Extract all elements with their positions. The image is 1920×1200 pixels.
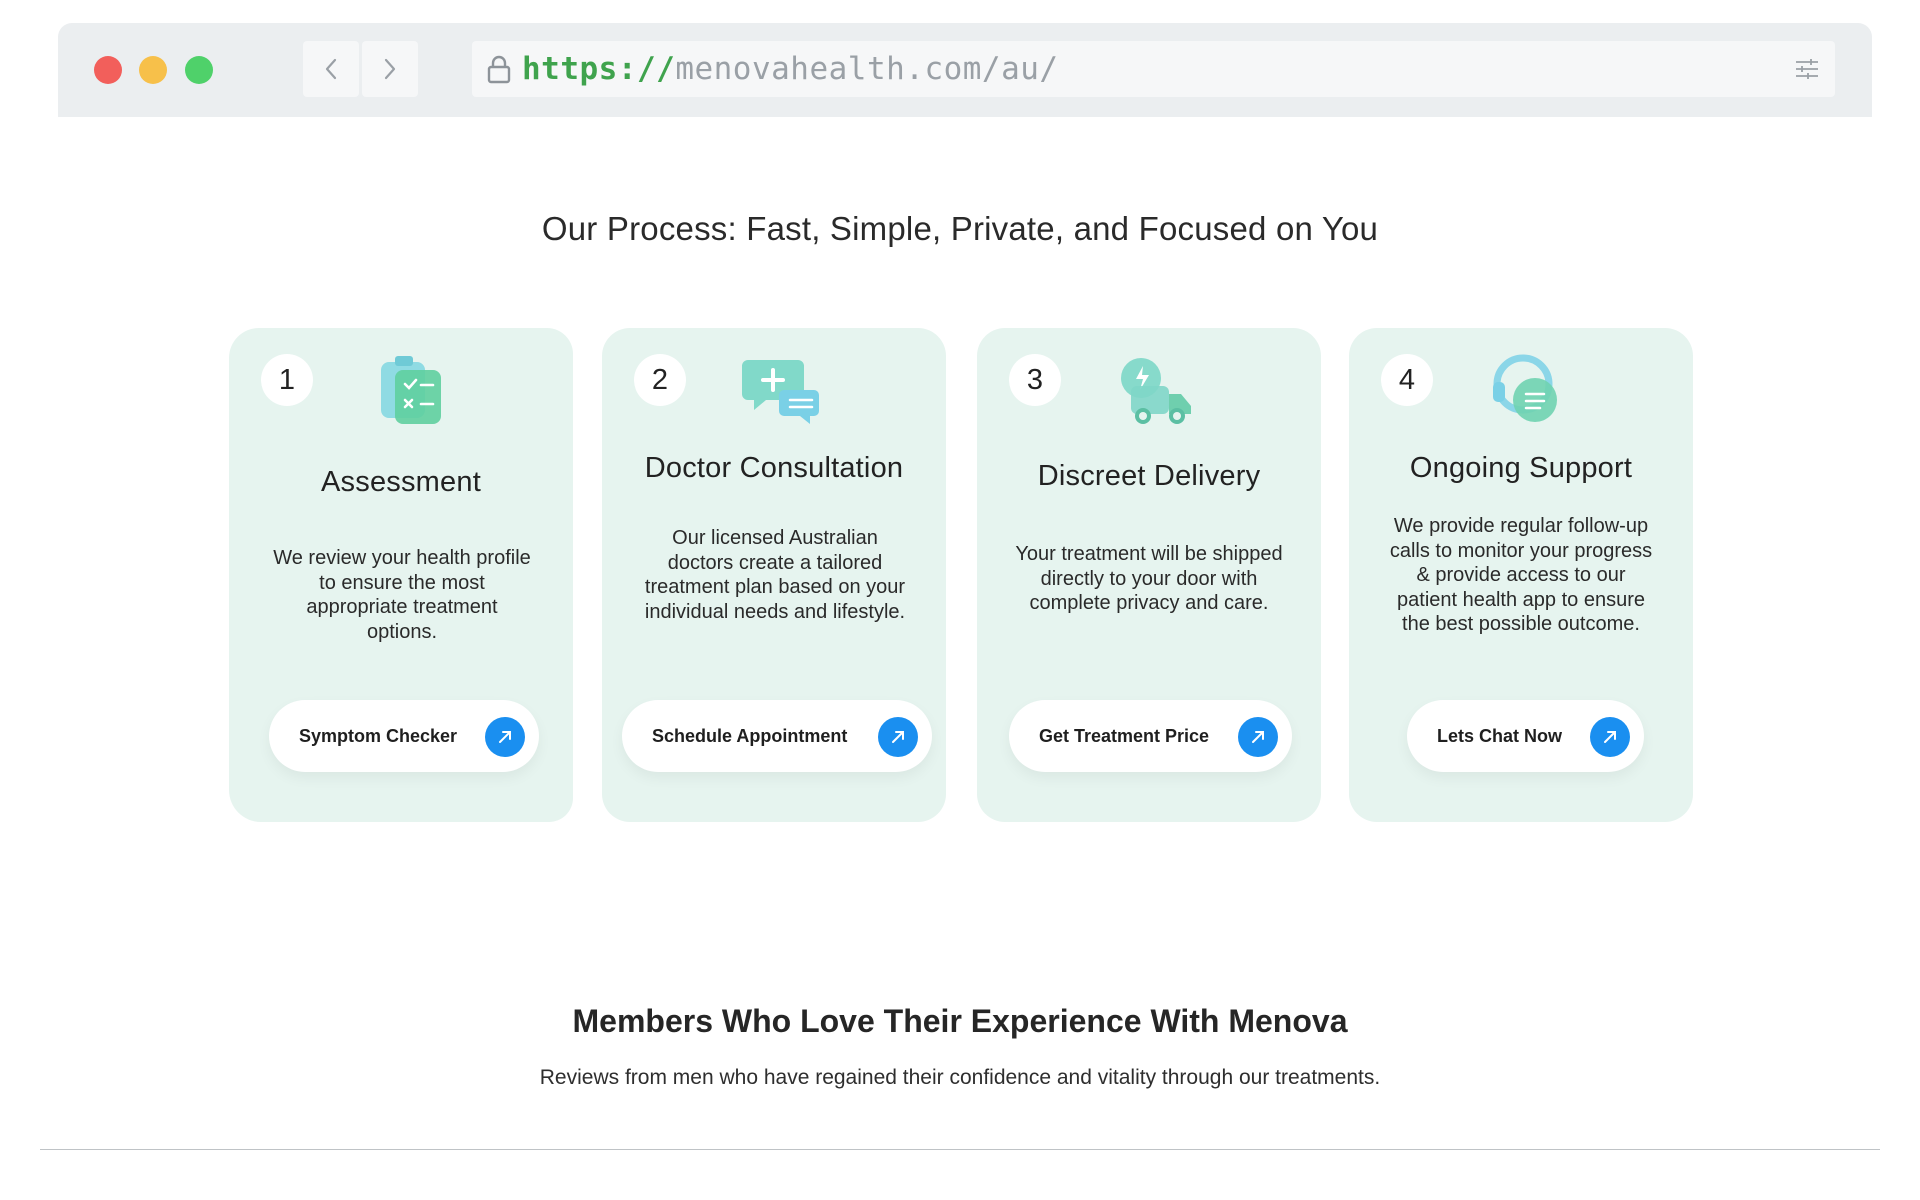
url-text: https://menovahealth.com/au/ [522,51,1059,87]
members-section-title: Members Who Love Their Experience With M… [572,1003,1348,1039]
get-treatment-price-button[interactable]: Get Treatment Price [1009,700,1292,772]
step-number: 4 [1381,354,1433,406]
card-title: Ongoing Support [1409,452,1633,484]
medical-chat-icon [742,360,819,424]
process-card-doctor-consultation: 2 Doctor Consultation Our licensed Austr… [602,328,946,822]
browser-toolbar: https://menovahealth.com/au/ [58,23,1872,117]
card-description: Your treatment will be shipped directly … [1015,543,1283,614]
button-label: Symptom Checker [299,725,458,746]
process-card-assessment: 1 Assessment We review your health profi… [229,328,573,822]
process-card-ongoing-support: 4 Ongoing Support We provide regular fol… [1349,328,1693,822]
settings-button[interactable] [1779,41,1835,97]
divider [40,1149,1880,1150]
arrow-up-right-icon [1238,717,1278,757]
step-number: 3 [1009,354,1061,406]
process-section-title: Our Process: Fast, Simple, Private, and … [541,210,1379,247]
card-description: Our licensed Australian doctors create a… [644,527,906,623]
window-maximize-button[interactable] [185,56,213,84]
chevron-right-icon [384,58,396,80]
card-description: We provide regular follow-up calls to mo… [1389,515,1653,635]
button-label: Schedule Appointment [652,725,848,746]
support-headset-icon [1493,354,1557,422]
window-minimize-button[interactable] [139,56,167,84]
lets-chat-now-button[interactable]: Lets Chat Now [1407,700,1644,772]
back-button[interactable] [303,41,359,97]
button-label: Lets Chat Now [1437,725,1563,746]
sliders-icon [1796,59,1818,79]
forward-button[interactable] [362,41,418,97]
clipboard-checklist-icon [381,356,441,424]
step-number: 1 [261,354,313,406]
address-bar[interactable]: https://menovahealth.com/au/ [472,41,1802,97]
step-number: 2 [634,354,686,406]
window-close-button[interactable] [94,56,122,84]
url-host: menovahealth.com/au/ [675,51,1059,87]
url-scheme: https:// [522,51,676,87]
symptom-checker-button[interactable]: Symptom Checker [269,700,539,772]
arrow-up-right-icon [878,717,918,757]
lock-icon [484,51,514,87]
button-label: Get Treatment Price [1039,725,1210,746]
card-title: Assessment [321,466,481,498]
members-section-subtitle: Reviews from men who have regained their… [539,1066,1381,1089]
arrow-up-right-icon [485,717,525,757]
schedule-appointment-button[interactable]: Schedule Appointment [622,700,932,772]
delivery-truck-icon [1121,358,1191,424]
arrow-up-right-icon [1590,717,1630,757]
chevron-left-icon [325,58,337,80]
card-title: Doctor Consultation [644,452,904,484]
process-card-discreet-delivery: 3 Discreet Delivery Your treatment will … [977,328,1321,822]
card-title: Discreet Delivery [1037,460,1261,492]
card-description: We review your health profile to ensure … [273,547,531,643]
